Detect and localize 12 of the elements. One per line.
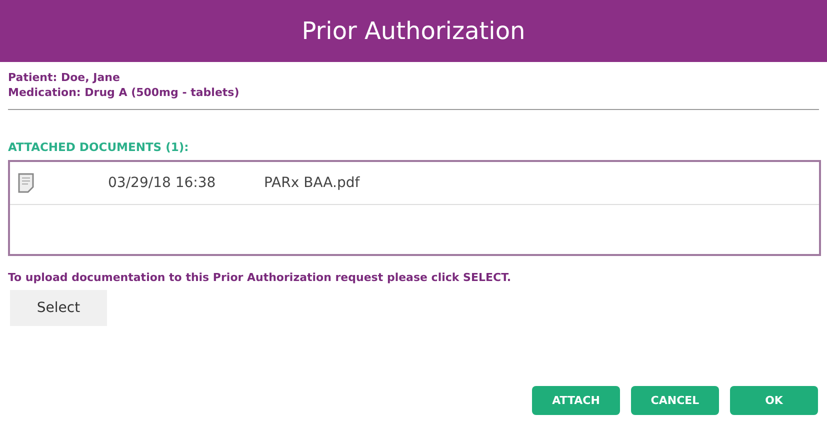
ok-button[interactable]: OK — [730, 386, 818, 415]
medication-label: Medication: Drug A (500mg - tablets) — [8, 85, 240, 100]
patient-label: Patient: Doe, Jane — [8, 70, 121, 85]
select-button[interactable]: Select — [10, 290, 107, 326]
attach-button[interactable]: ATTACH — [532, 386, 620, 415]
document-filename[interactable]: PARx BAA.pdf — [264, 175, 360, 191]
attached-documents-heading: ATTACHED DOCUMENTS (1): — [8, 140, 190, 154]
document-date: 03/29/18 16:38 — [108, 175, 217, 191]
document-icon — [18, 173, 34, 193]
cancel-button[interactable]: CANCEL — [631, 386, 719, 415]
upload-instructions: To upload documentation to this Prior Authorization request please click SELECT. — [8, 271, 512, 284]
window-title: Prior Authorization — [302, 17, 526, 45]
